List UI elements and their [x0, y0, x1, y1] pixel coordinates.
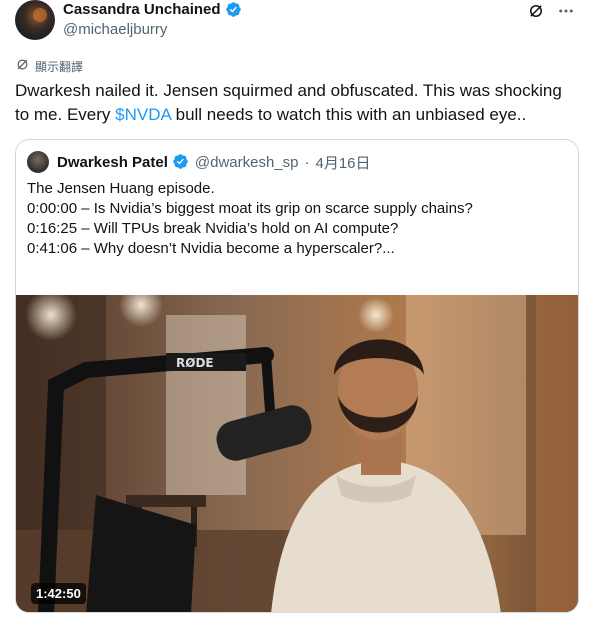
video-duration-badge: 1:42:50 — [31, 583, 86, 604]
quote-header: Dwarkesh Patel @dwarkesh_sp · 4月16日 — [27, 151, 371, 173]
quote-date: 4月16日 — [315, 154, 371, 172]
show-translation-link[interactable]: 顯示翻譯 — [15, 57, 83, 75]
cashtag-link[interactable]: $NVDA — [115, 105, 171, 124]
verified-badge-icon — [172, 153, 189, 171]
tweet-text: Dwarkesh nailed it. Jensen squirmed and … — [15, 79, 580, 127]
video-player[interactable]: RØDE 1:42:50 — [16, 295, 578, 612]
author-avatar[interactable] — [15, 0, 55, 40]
author-handle[interactable]: @michaeljburry — [63, 21, 167, 38]
quote-separator: · — [304, 153, 310, 171]
translate-icon — [15, 57, 30, 75]
verified-badge-icon[interactable] — [225, 1, 242, 18]
quote-line: 0:00:00 – Is Nvidia’s biggest moat its g… — [27, 200, 473, 217]
tweet-text-after: bull needs to watch this with an unbiase… — [170, 105, 527, 124]
grok-icon[interactable] — [527, 2, 545, 20]
quote-display-name: Dwarkesh Patel — [57, 153, 168, 171]
mic-brand-label: RØDE — [176, 356, 214, 370]
quote-line: The Jensen Huang episode. — [27, 180, 215, 197]
tweet-actions-top — [527, 2, 575, 20]
author-name-row: Cassandra Unchained — [63, 1, 242, 18]
quote-line: 0:16:25 – Will TPUs break Nvidia’s hold … — [27, 220, 399, 237]
quote-text: The Jensen Huang episode. 0:00:00 – Is N… — [27, 179, 567, 259]
quote-author-avatar — [27, 151, 49, 173]
translate-label: 顯示翻譯 — [35, 59, 84, 74]
quoted-tweet[interactable]: Dwarkesh Patel @dwarkesh_sp · 4月16日 The … — [15, 139, 579, 613]
video-thumbnail: RØDE — [16, 295, 578, 612]
quote-line: 0:41:06 – Why doesn’t Nvidia become a hy… — [27, 240, 395, 257]
quote-handle: @dwarkesh_sp — [194, 153, 299, 171]
author-display-name[interactable]: Cassandra Unchained — [63, 1, 221, 18]
more-icon[interactable] — [557, 2, 575, 20]
